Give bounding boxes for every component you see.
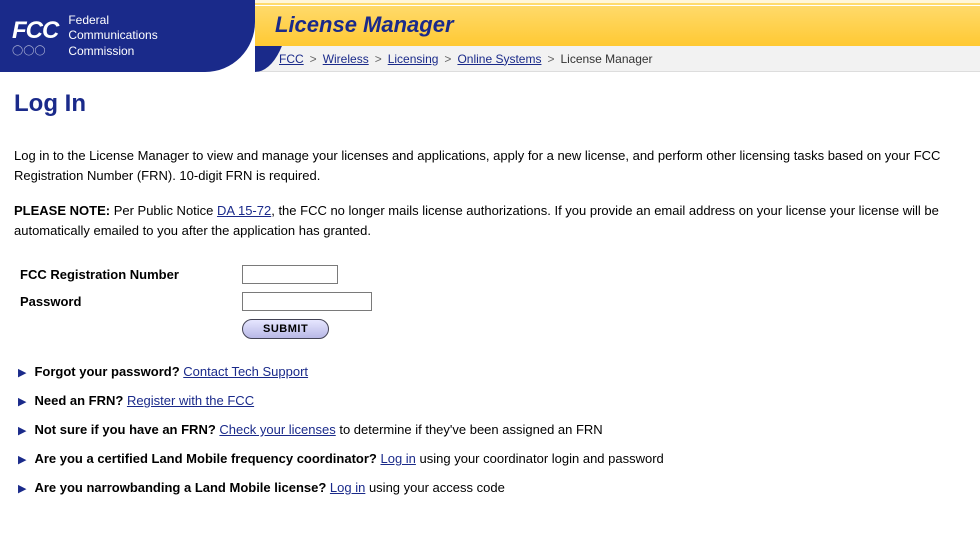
help-after: to determine if they've been assigned an… — [336, 422, 603, 437]
arrow-icon: ▶ — [18, 424, 26, 437]
help-item-coordinator: ▶ Are you a certified Land Mobile freque… — [18, 451, 966, 466]
arrow-icon: ▶ — [18, 395, 26, 408]
help-item-forgot-password: ▶ Forgot your password? Contact Tech Sup… — [18, 364, 966, 379]
help-item-need-frn: ▶ Need an FRN? Register with the FCC — [18, 393, 966, 408]
note-before: Per Public Notice — [110, 203, 217, 218]
help-bold: Forgot your password? — [34, 364, 179, 379]
check-licenses-link[interactable]: Check your licenses — [219, 422, 335, 437]
narrowbanding-login-link[interactable]: Log in — [330, 480, 365, 495]
app-title: License Manager — [275, 12, 454, 38]
help-bold: Need an FRN? — [34, 393, 123, 408]
arrow-icon: ▶ — [18, 482, 26, 495]
login-form: FCC Registration Number Password SUBMIT — [18, 260, 380, 344]
frn-input[interactable] — [242, 265, 338, 284]
breadcrumb-link-fcc[interactable]: FCC — [279, 52, 304, 66]
breadcrumb-link-licensing[interactable]: Licensing — [388, 52, 439, 66]
logo-line-1: Federal — [68, 13, 157, 29]
help-after: using your access code — [365, 480, 504, 495]
fcc-wave-icon: ◯◯◯ — [12, 45, 58, 56]
help-list: ▶ Forgot your password? Contact Tech Sup… — [18, 364, 966, 495]
title-bar: License Manager — [255, 0, 980, 46]
breadcrumb-link-wireless[interactable]: Wireless — [323, 52, 369, 66]
help-item-narrowbanding: ▶ Are you narrowbanding a Land Mobile li… — [18, 480, 966, 495]
breadcrumb: FCC > Wireless > Licensing > Online Syst… — [255, 46, 980, 72]
help-bold: Are you a certified Land Mobile frequenc… — [34, 451, 376, 466]
breadcrumb-current: License Manager — [560, 52, 652, 66]
help-item-check-frn: ▶ Not sure if you have an FRN? Check you… — [18, 422, 966, 437]
submit-button[interactable]: SUBMIT — [242, 319, 329, 339]
fcc-abbrev: FCC — [12, 17, 58, 45]
note-text: PLEASE NOTE: Per Public Notice DA 15-72,… — [14, 201, 966, 240]
register-fcc-link[interactable]: Register with the FCC — [127, 393, 254, 408]
breadcrumb-link-online-systems[interactable]: Online Systems — [457, 52, 541, 66]
arrow-icon: ▶ — [18, 453, 26, 466]
password-label: Password — [20, 289, 240, 314]
frn-label: FCC Registration Number — [20, 262, 240, 287]
help-bold: Are you narrowbanding a Land Mobile lice… — [34, 480, 326, 495]
breadcrumb-sep: > — [375, 52, 382, 66]
da-notice-link[interactable]: DA 15-72 — [217, 203, 271, 218]
logo-line-3: Commission — [68, 44, 157, 60]
coordinator-login-link[interactable]: Log in — [380, 451, 415, 466]
intro-text: Log in to the License Manager to view an… — [14, 146, 966, 185]
content: Log In Log in to the License Manager to … — [0, 72, 980, 527]
logo-line-2: Communications — [68, 28, 157, 44]
contact-tech-support-link[interactable]: Contact Tech Support — [183, 364, 308, 379]
page-heading: Log In — [14, 90, 966, 118]
note-prefix: PLEASE NOTE: — [14, 203, 110, 218]
header: FCC ◯◯◯ Federal Communications Commissio… — [0, 0, 980, 72]
help-bold: Not sure if you have an FRN? — [34, 422, 215, 437]
breadcrumb-sep: > — [310, 52, 317, 66]
help-after: using your coordinator login and passwor… — [416, 451, 664, 466]
breadcrumb-sep: > — [444, 52, 451, 66]
breadcrumb-sep: > — [547, 52, 554, 66]
logo-block: FCC ◯◯◯ Federal Communications Commissio… — [0, 0, 255, 72]
arrow-icon: ▶ — [18, 366, 26, 379]
password-input[interactable] — [242, 292, 372, 311]
